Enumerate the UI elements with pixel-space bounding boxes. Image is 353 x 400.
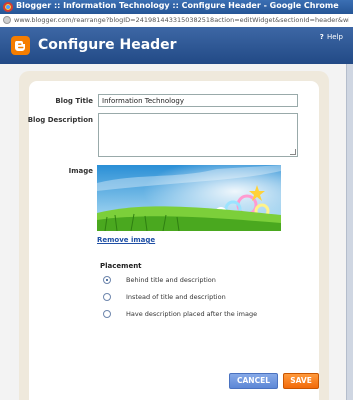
blogger-logo-icon xyxy=(11,36,30,55)
placement-option-label: Behind title and description xyxy=(126,276,216,284)
blog-title-input[interactable] xyxy=(98,94,298,107)
help-label: Help xyxy=(327,33,343,41)
placement-label: Placement xyxy=(100,262,142,270)
chrome-icon xyxy=(3,2,13,12)
window-scrollbar[interactable] xyxy=(346,64,353,400)
radio-button[interactable] xyxy=(103,310,111,318)
save-button[interactable]: SAVE xyxy=(283,373,319,389)
placement-option-label: Have description placed after the image xyxy=(126,310,258,318)
window-title: Blogger :: Information Technology :: Con… xyxy=(16,1,339,10)
dialog-title: Configure Header xyxy=(38,37,177,53)
help-icon: ? xyxy=(319,33,324,41)
header-image-preview xyxy=(97,165,281,231)
url-text[interactable]: www.blogger.com/rearrange?blogID=2419814… xyxy=(14,16,349,24)
address-bar[interactable]: www.blogger.com/rearrange?blogID=2419814… xyxy=(0,14,353,28)
radio-button[interactable] xyxy=(103,276,111,284)
radio-button[interactable] xyxy=(103,293,111,301)
cancel-button[interactable]: CANCEL xyxy=(229,373,278,389)
placement-option-label: Instead of title and description xyxy=(126,293,226,301)
page-icon xyxy=(3,16,11,24)
remove-image-link[interactable]: Remove image xyxy=(97,236,155,244)
dialog-header: Configure Header ? Help xyxy=(0,27,353,64)
help-link[interactable]: ? Help xyxy=(320,33,343,41)
blog-description-label: Blog Description xyxy=(27,116,93,124)
resize-grip-icon[interactable] xyxy=(290,149,296,155)
window-titlebar: Blogger :: Information Technology :: Con… xyxy=(0,0,353,14)
blog-description-textarea[interactable] xyxy=(98,113,298,157)
blog-title-label: Blog Title xyxy=(55,97,93,105)
image-label: Image xyxy=(68,167,93,175)
